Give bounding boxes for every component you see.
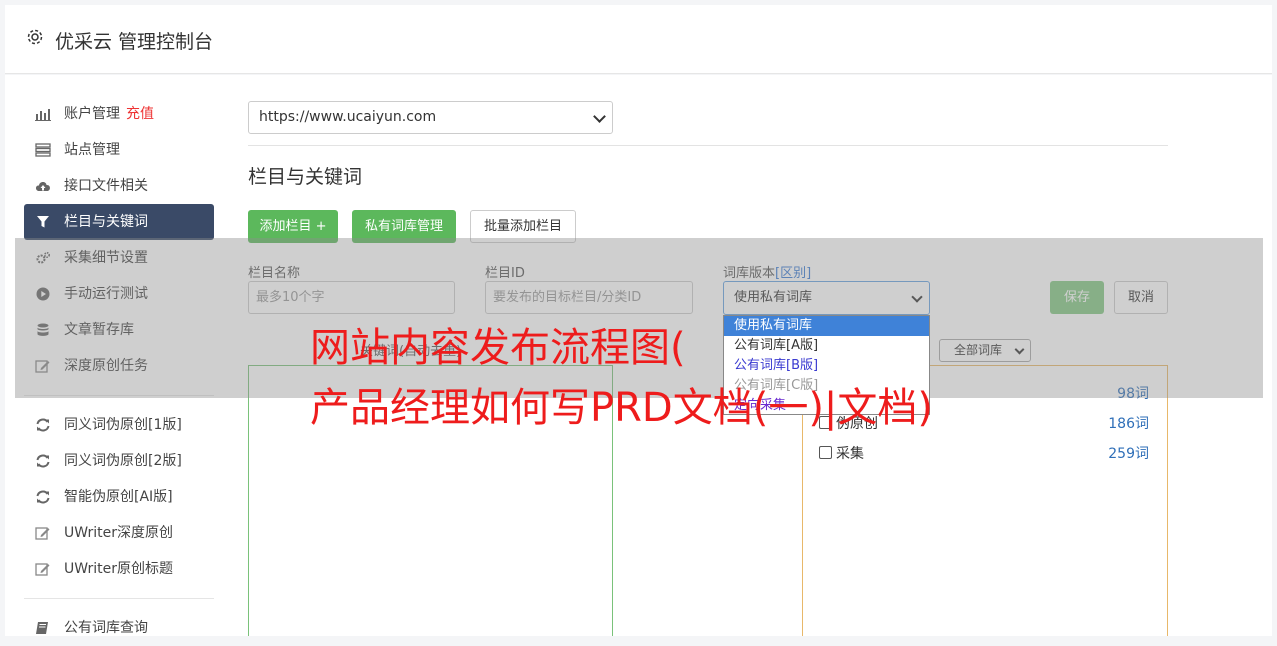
sidebar-item-account[interactable]: 账户管理 充值: [24, 96, 214, 132]
gear-icon: [27, 29, 43, 45]
sidebar-item-synonym-v1[interactable]: 同义词伪原创[1版]: [24, 407, 214, 443]
library-count: 186词: [1108, 416, 1149, 432]
refresh-icon: [35, 454, 51, 468]
sidebar-item-uwriter-deep[interactable]: UWriter深度原创: [24, 515, 214, 551]
dropdown-option[interactable]: 公有词库[B版]: [724, 356, 929, 376]
site-select-value: https://www.ucaiyun.com: [259, 109, 437, 125]
dropdown-option[interactable]: 公有词库[A版]: [724, 336, 929, 356]
site-select[interactable]: https://www.ucaiyun.com: [248, 101, 613, 134]
library-row-label: 采集: [836, 446, 864, 462]
sidebar-item-label: 账户管理: [64, 106, 120, 122]
divider: [248, 145, 1168, 146]
sidebar-item-sites[interactable]: 站点管理: [24, 132, 214, 168]
dropdown-option[interactable]: 使用私有词库: [724, 316, 929, 336]
sidebar-item-label: 同义词伪原创[1版]: [64, 417, 182, 433]
sidebar-item-label: 栏目与关键词: [64, 214, 148, 230]
watermark-line-1: 网站内容发布流程图(: [310, 325, 686, 371]
refresh-icon: [35, 490, 51, 504]
bar-chart-icon: [35, 107, 51, 121]
sidebar-item-synonym-v2[interactable]: 同义词伪原创[2版]: [24, 443, 214, 479]
edit-icon: [35, 526, 51, 540]
gray-overlay-band: [15, 238, 1263, 398]
sidebar-item-columns[interactable]: 栏目与关键词: [24, 204, 214, 240]
refresh-icon: [35, 418, 51, 432]
sidebar-item-ai-original[interactable]: 智能伪原创[AI版]: [24, 479, 214, 515]
library-count: 259词: [1108, 446, 1149, 462]
sidebar-item-label: 智能伪原创[AI版]: [64, 489, 173, 505]
sidebar-item-public-lib[interactable]: 公有词库查询: [24, 610, 214, 646]
sidebar-item-label: 公有词库查询: [64, 620, 148, 636]
header: 优采云 管理控制台: [5, 5, 1272, 74]
book-icon: [35, 621, 51, 635]
filter-icon: [35, 215, 51, 229]
sidebar-item-label: 接口文件相关: [64, 178, 148, 194]
sidebar-item-label: UWriter原创标题: [64, 561, 173, 577]
sidebar-item-uwriter-title[interactable]: UWriter原创标题: [24, 551, 214, 587]
server-icon: [35, 143, 51, 157]
sidebar-item-label: 同义词伪原创[2版]: [64, 453, 182, 469]
chevron-down-icon: [593, 110, 606, 123]
sidebar-item-label: UWriter深度原创: [64, 525, 173, 541]
sidebar-item-label: 站点管理: [64, 142, 120, 158]
page-title: 栏目与关键词: [248, 166, 363, 188]
watermark-line-2: 产品经理如何写PRD文档(一)|文档): [310, 385, 934, 431]
sidebar-divider: [24, 598, 214, 599]
recharge-link[interactable]: 充值: [126, 106, 154, 122]
cloud-upload-icon: [35, 179, 51, 193]
library-row[interactable]: 采集: [819, 443, 864, 463]
sidebar-item-interface[interactable]: 接口文件相关: [24, 168, 214, 204]
edit-icon: [35, 562, 51, 576]
checkbox[interactable]: [819, 446, 832, 459]
app-title: 优采云 管理控制台: [55, 31, 214, 53]
